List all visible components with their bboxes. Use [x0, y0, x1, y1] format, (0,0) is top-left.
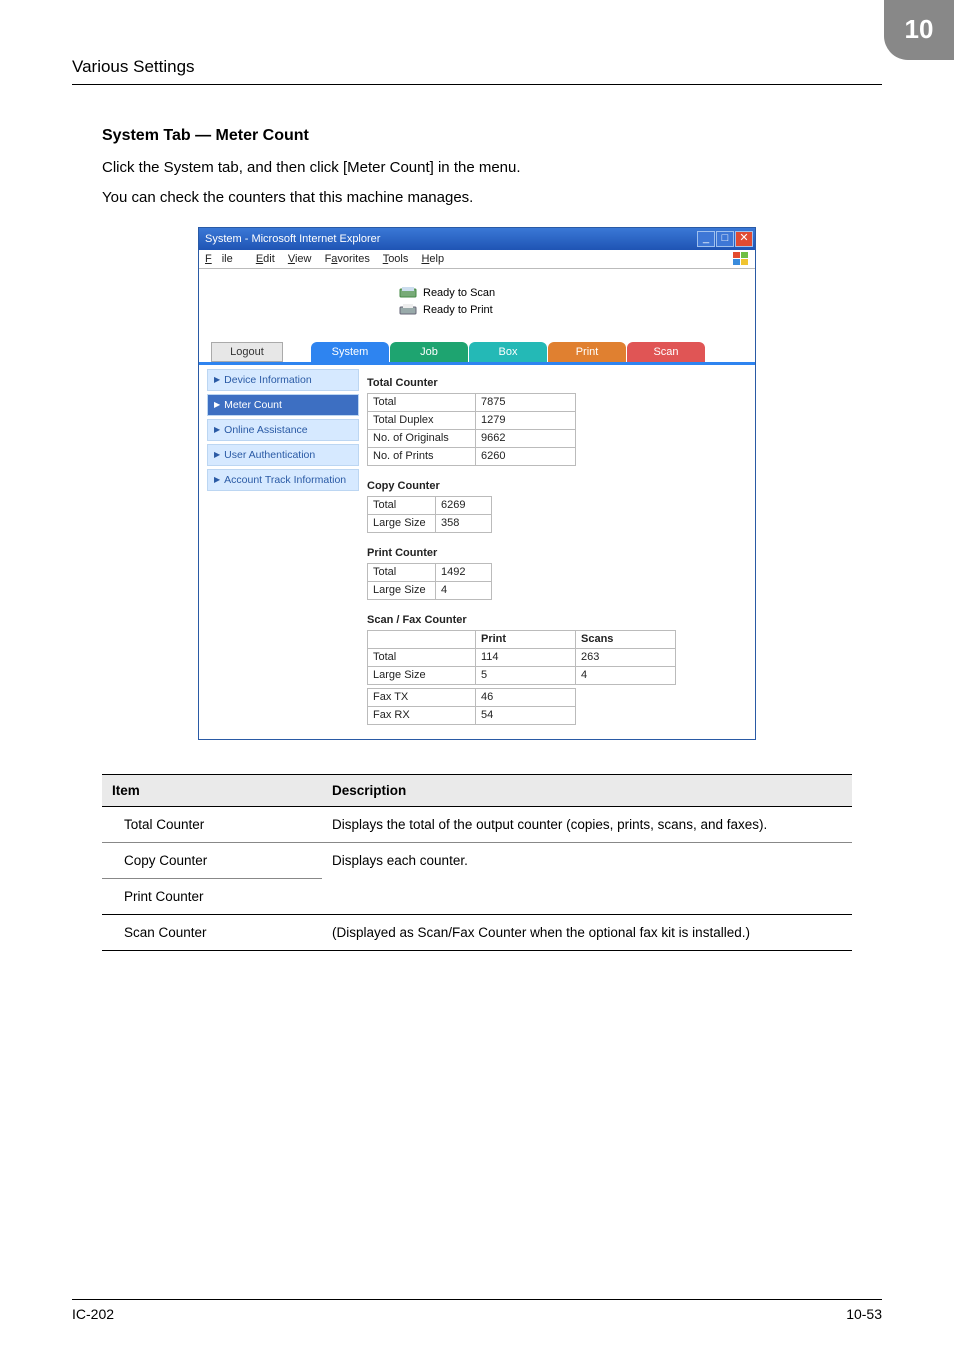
- row-total-counter: Total Counter: [102, 806, 322, 842]
- tab-system[interactable]: System: [311, 342, 389, 362]
- section-copy-counter: Copy Counter: [367, 480, 733, 492]
- tab-scan[interactable]: Scan: [627, 342, 705, 362]
- scanner-icon: [399, 286, 417, 300]
- col-description: Description: [322, 774, 852, 806]
- table-copy-counter: Total6269 Large Size358: [367, 496, 492, 533]
- sidebar-item-online-assistance[interactable]: Online Assistance: [207, 419, 359, 441]
- tab-box[interactable]: Box: [469, 342, 547, 362]
- section-total-counter: Total Counter: [367, 377, 733, 389]
- section-heading: System Tab — Meter Count: [102, 127, 852, 145]
- footer-model: IC-202: [72, 1306, 114, 1322]
- menu-tools[interactable]: Tools: [383, 253, 409, 265]
- menu-favorites[interactable]: Favorites: [325, 253, 370, 265]
- section-scan-fax-counter: Scan / Fax Counter: [367, 614, 733, 626]
- footer-page: 10-53: [846, 1306, 882, 1322]
- windows-flag-icon: [733, 252, 749, 266]
- row-scan-counter-desc: (Displayed as Scan/Fax Counter when the …: [322, 914, 852, 950]
- chapter-badge: 10: [884, 0, 954, 60]
- menu-file[interactable]: File: [205, 253, 243, 265]
- paragraph-1: Click the System tab, and then click [Me…: [102, 157, 852, 179]
- description-table: Item Description Total Counter Displays …: [102, 774, 852, 951]
- table-scan-fax-print-scans: PrintScans Total114263 Large Size54: [367, 630, 676, 685]
- status-print: Ready to Print: [423, 304, 493, 316]
- row-print-counter: Print Counter: [102, 878, 322, 914]
- sidebar: Device Information Meter Count Online As…: [199, 365, 367, 739]
- row-scan-counter: Scan Counter: [102, 914, 322, 950]
- logout-button[interactable]: Logout: [211, 342, 283, 362]
- tab-print[interactable]: Print: [548, 342, 626, 362]
- table-print-counter: Total1492 Large Size4: [367, 563, 492, 600]
- ie-window: System - Microsoft Internet Explorer _ □…: [198, 227, 756, 740]
- sidebar-item-meter-count[interactable]: Meter Count: [207, 394, 359, 416]
- sidebar-item-user-auth[interactable]: User Authentication: [207, 444, 359, 466]
- paragraph-2: You can check the counters that this mac…: [102, 187, 852, 209]
- table-total-counter: Total7875 Total Duplex1279 No. of Origin…: [367, 393, 576, 466]
- tab-job[interactable]: Job: [390, 342, 468, 362]
- row-copy-print-desc: Displays each counter.: [322, 842, 852, 914]
- row-total-counter-desc: Displays the total of the output counter…: [322, 806, 852, 842]
- ie-titlebar: System - Microsoft Internet Explorer _ □…: [199, 228, 755, 250]
- printer-icon: [399, 303, 417, 317]
- col-item: Item: [102, 774, 322, 806]
- menu-edit[interactable]: Edit: [256, 253, 275, 265]
- section-print-counter: Print Counter: [367, 547, 733, 559]
- ie-menubar: File Edit View Favorites Tools Help: [199, 250, 755, 269]
- menu-help[interactable]: Help: [421, 253, 444, 265]
- status-scan: Ready to Scan: [423, 287, 495, 299]
- close-icon[interactable]: ✕: [735, 231, 753, 247]
- table-scan-fax-txrx: Fax TX46 Fax RX54: [367, 688, 576, 725]
- window-title: System - Microsoft Internet Explorer: [205, 233, 380, 245]
- sidebar-item-device-info[interactable]: Device Information: [207, 369, 359, 391]
- page-section-title: Various Settings: [72, 57, 195, 77]
- maximize-icon[interactable]: □: [716, 231, 734, 247]
- minimize-icon[interactable]: _: [697, 231, 715, 247]
- menu-view[interactable]: View: [288, 253, 312, 265]
- sidebar-item-account-track[interactable]: Account Track Information: [207, 469, 359, 491]
- row-copy-counter: Copy Counter: [102, 842, 322, 878]
